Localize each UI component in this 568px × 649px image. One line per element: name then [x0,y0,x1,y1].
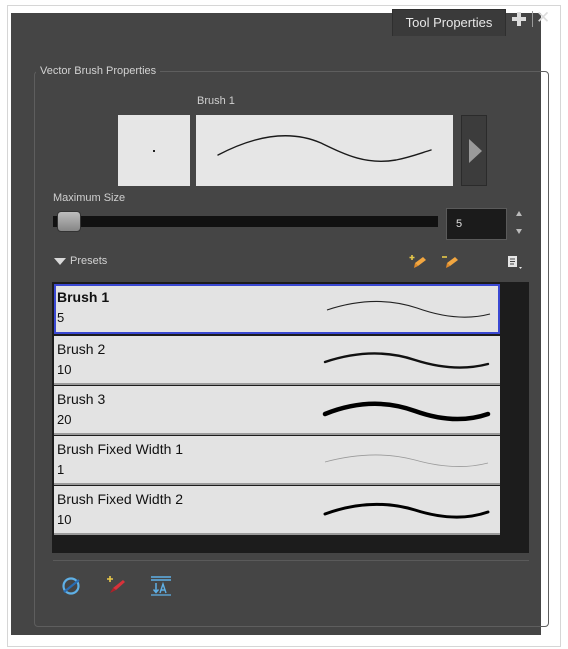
preset-size: 20 [57,412,72,427]
list-item[interactable]: Brush 1 5 [54,284,500,334]
preset-name: Brush Fixed Width 2 [57,491,184,507]
tab-separator [532,11,533,27]
maximum-size-field[interactable]: 5 [446,208,507,240]
preset-stroke-preview [323,502,490,519]
maximum-size-label: Maximum Size [53,192,126,204]
presets-collapse-icon[interactable] [54,258,66,265]
presets-label[interactable]: Presets [70,255,107,267]
auto-flatten-icon[interactable] [60,574,84,598]
preset-name: Brush 3 [57,391,106,407]
list-item[interactable]: Brush 2 10 [54,336,500,385]
preset-size: 5 [57,310,65,325]
preset-size: 10 [57,512,72,527]
preset-stroke-preview [323,352,490,369]
preset-size: 10 [57,362,72,377]
brush-stroke-preview [196,115,453,186]
spin-down-icon[interactable] [516,229,522,234]
create-brush-icon[interactable] [104,572,128,596]
add-view-icon[interactable] [512,12,526,26]
preset-stroke-preview [324,454,489,467]
maximum-size-slider-handle[interactable] [57,211,81,232]
preset-size: 1 [57,462,65,477]
group-title: Vector Brush Properties [36,62,161,80]
divider [53,560,529,561]
list-item[interactable]: Brush Fixed Width 2 10 [54,486,500,535]
tab-tool-properties[interactable]: Tool Properties [392,9,506,36]
new-preset-icon[interactable] [408,251,428,271]
list-item[interactable]: Brush Fixed Width 1 1 [54,436,500,485]
preset-stroke-preview [326,300,491,318]
sort-icon[interactable] [149,574,173,598]
maximum-size-slider[interactable] [53,216,438,227]
preset-name: Brush 1 [57,289,110,305]
list-item[interactable]: Brush 3 20 [54,386,500,435]
brush-tip-preview [118,115,190,186]
brush-properties-expand-button[interactable] [461,115,487,186]
close-icon[interactable]: ✕ [536,8,550,28]
presets-list[interactable]: Brush 1 5 Brush 2 10 Brush 3 20 Brush Fi… [52,282,529,553]
spin-up-icon[interactable] [516,211,522,216]
preset-name: Brush 2 [57,341,106,357]
delete-preset-icon[interactable] [440,251,460,271]
preset-menu-icon[interactable] [505,252,525,272]
brush-name-label: Brush 1 [197,95,235,107]
stroke-preview-svg [217,135,432,162]
preset-stroke-preview [322,401,491,422]
preset-name: Brush Fixed Width 1 [57,441,184,457]
